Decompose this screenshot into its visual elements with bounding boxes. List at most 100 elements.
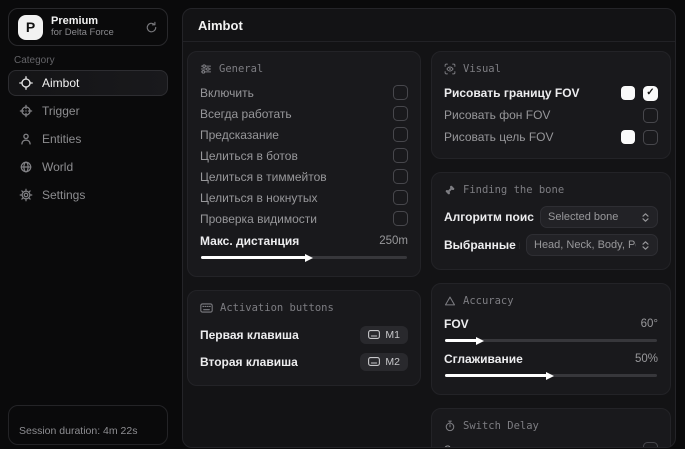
color-swatch[interactable] [621,86,635,100]
bone-header: Finding the bone [444,182,658,197]
checkbox[interactable] [393,211,408,226]
sidebar-item-label: Trigger [42,104,80,118]
sidebar-item-label: Entities [42,132,81,146]
gear-icon [19,188,33,202]
fov-slider[interactable] [445,339,657,342]
bone-card: Finding the bone Алгоритм поиска кост Se… [431,172,671,270]
keybind-row: Вторая клавиша M2 [200,348,408,375]
slider-value: 50% [635,353,658,365]
bone-row: Выбранные кос Head, Neck, Body, Pe... [444,231,658,259]
checkbox[interactable] [393,148,408,163]
sidebar-item-world[interactable]: World [8,154,168,180]
sidebar-item-trigger[interactable]: Trigger [8,98,168,124]
keyboard-icon [200,302,213,314]
sliders-icon [200,63,212,75]
session-duration-text: Session duration: 4m 22s [19,425,137,437]
entities-icon [19,132,33,146]
visual-label: Рисовать границу FOV [444,86,580,100]
key-icon [368,357,380,366]
trigger-icon [19,104,33,118]
section-title: Accuracy [463,295,514,307]
select-value: Head, Neck, Body, Pe... [534,239,636,251]
toggle-row: Целиться в тиммейтов [200,166,408,187]
visual-header: Visual [444,61,658,76]
triangle-icon [444,295,456,307]
slider-label: Макс. дистанция [200,234,299,248]
toggle-row: Задержка переключения [444,439,658,448]
slider-value: 60° [641,318,658,330]
session-duration: Session duration: 4m 22s [8,405,168,445]
accuracy-card: Accuracy FOV 60° Сглаживание 50% [431,283,671,395]
slider-thumb[interactable] [546,372,554,380]
general-card: General Включить Всегда работать Предска… [187,51,421,277]
section-title: Finding the bone [463,184,564,196]
bone-label: Алгоритм поиска кост [444,210,534,224]
checkbox[interactable] [643,86,658,101]
activation-card: Activation buttons Первая клавиша M1 Вто… [187,290,421,386]
checkbox[interactable] [393,106,408,121]
visual-row: Рисовать границу FOV [444,82,658,104]
sidebar-item-label: Settings [42,188,85,202]
key-value: M2 [385,356,400,368]
bone-algorithm-select[interactable]: Selected bone [540,206,658,228]
refresh-icon[interactable] [145,21,158,34]
sidebar-item-settings[interactable]: Settings [8,182,168,208]
slider-thumb[interactable] [305,254,313,262]
toggle-row: Целиться в нокнутых [200,187,408,208]
slider-thumb[interactable] [476,337,484,345]
brand-title: Premium [51,15,137,28]
category-label: Category [14,55,55,66]
sidebar-item-aimbot[interactable]: Aimbot [8,70,168,96]
section-title: Visual [463,63,501,75]
visual-card: Visual Рисовать границу FOV Рисовать фон… [431,51,671,159]
checkbox[interactable] [643,130,658,145]
checkbox[interactable] [393,127,408,142]
visual-row: Рисовать фон FOV [444,104,658,126]
toggle-label: Включить [200,86,254,100]
checkbox[interactable] [643,108,658,123]
bone-row: Алгоритм поиска кост Selected bone [444,203,658,231]
checkbox[interactable] [643,442,658,448]
smoothing-slider[interactable] [445,374,657,377]
color-swatch[interactable] [621,130,635,144]
chevrons-up-down-icon [641,240,650,251]
toggle-label: Целиться в нокнутых [200,191,317,205]
main-header: Aimbot [183,9,675,42]
toggle-label: Задержка переключения [444,443,582,449]
toggle-row: Проверка видимости [200,208,408,229]
keybind-button[interactable]: M1 [360,326,408,344]
switch-delay-header: Switch Delay [444,418,658,433]
keybind-button[interactable]: M2 [360,353,408,371]
crosshair-icon [19,76,33,90]
checkbox[interactable] [393,169,408,184]
bone-label: Выбранные кос [444,238,520,252]
checkbox[interactable] [393,85,408,100]
toggle-label: Проверка видимости [200,212,317,226]
sidebar-item-label: World [42,160,73,174]
keybind-row: Первая клавиша M1 [200,321,408,348]
toggle-row: Предсказание [200,124,408,145]
selected-bones-select[interactable]: Head, Neck, Body, Pe... [526,234,658,256]
activation-header: Activation buttons [200,300,408,315]
chevrons-up-down-icon [641,212,650,223]
section-title: Activation buttons [220,302,334,314]
sidebar-item-entities[interactable]: Entities [8,126,168,152]
brand-logo: P [18,15,43,40]
checkbox[interactable] [393,190,408,205]
sidebar-item-label: Aimbot [42,76,79,90]
column-right: Visual Рисовать границу FOV Рисовать фон… [431,51,671,448]
toggle-label: Предсказание [200,128,279,142]
slider-label-row: FOV 60° [444,314,658,334]
max-distance-slider[interactable] [201,256,407,259]
key-icon [368,330,380,339]
section-title: General [219,63,263,75]
slider-label: FOV [444,317,469,331]
page-title: Aimbot [198,18,243,33]
switch-delay-card: Switch Delay Задержка переключения Задер… [431,408,671,448]
keybind-label: Первая клавиша [200,328,299,342]
slider-value: 250m [379,235,408,247]
brand-subtitle: for Delta Force [51,28,137,39]
column-left: General Включить Всегда работать Предска… [187,51,421,399]
toggle-row: Всегда работать [200,103,408,124]
select-value: Selected bone [548,211,618,223]
